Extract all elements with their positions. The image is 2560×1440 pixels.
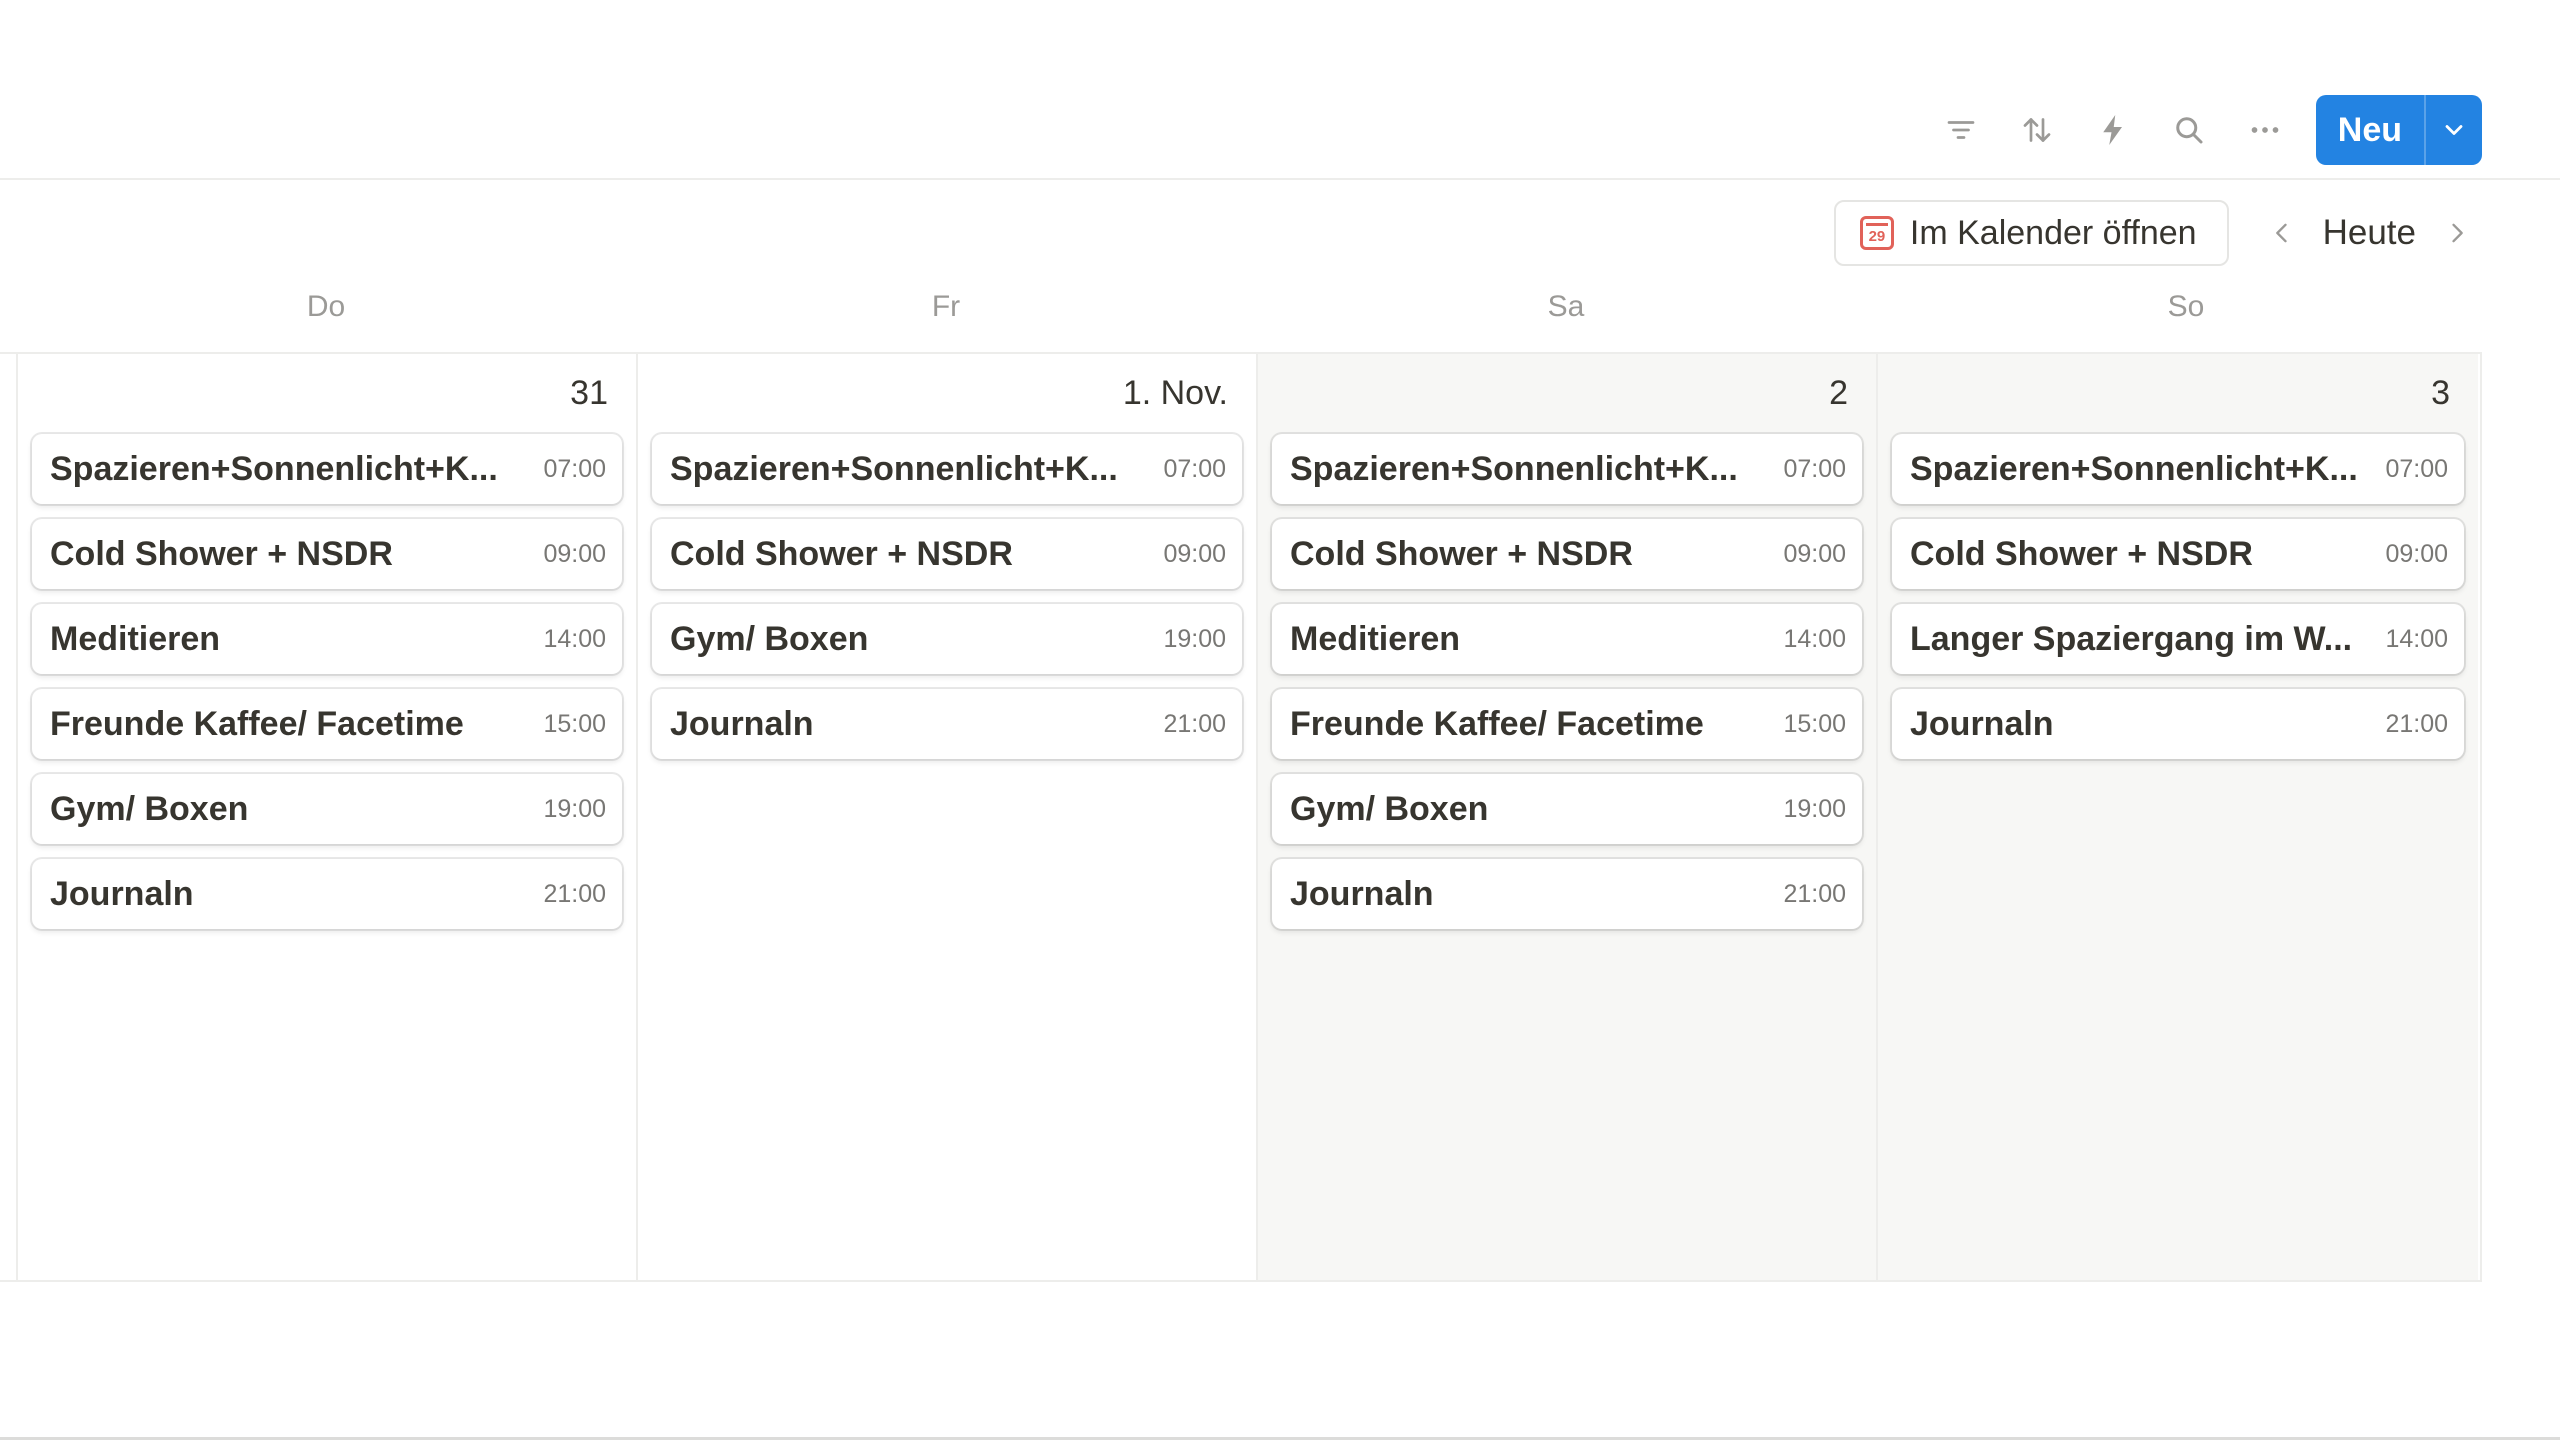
event-card[interactable]: Freunde Kaffee/ Facetime 15:00 <box>1272 689 1862 759</box>
event-time: 19:00 <box>1163 624 1226 653</box>
event-title: Spazieren+Sonnenlicht+K... <box>670 449 1118 488</box>
event-time: 21:00 <box>1783 879 1846 908</box>
event-title: Journaln <box>670 704 814 743</box>
event-title: Journaln <box>1910 704 2054 743</box>
event-title: Freunde Kaffee/ Facetime <box>1290 704 1704 743</box>
event-title: Langer Spaziergang im W... <box>1910 619 2353 658</box>
event-card[interactable]: Freunde Kaffee/ Facetime 15:00 <box>32 689 622 759</box>
event-title: Journaln <box>50 874 194 913</box>
event-card[interactable]: Gym/ Boxen 19:00 <box>652 604 1242 674</box>
next-week-button[interactable] <box>2434 210 2480 256</box>
event-time: 09:00 <box>1163 539 1226 568</box>
search-icon[interactable] <box>2160 101 2218 159</box>
event-time: 21:00 <box>1163 709 1226 738</box>
event-card[interactable]: Gym/ Boxen 19:00 <box>32 774 622 844</box>
today-button[interactable]: Heute <box>2305 213 2434 253</box>
event-title: Gym/ Boxen <box>1290 789 1489 828</box>
calendar-icon: 29 <box>1859 216 1894 250</box>
new-button[interactable]: Neu <box>2316 95 2424 165</box>
event-card[interactable]: Journaln 21:00 <box>32 859 622 929</box>
previous-week-button[interactable] <box>2259 210 2305 256</box>
event-title: Spazieren+Sonnenlicht+K... <box>1290 449 1738 488</box>
event-title: Cold Shower + NSDR <box>50 534 393 573</box>
event-time: 19:00 <box>1783 794 1846 823</box>
event-time: 19:00 <box>543 794 606 823</box>
event-title: Meditieren <box>1290 619 1461 658</box>
event-time: 21:00 <box>543 879 606 908</box>
event-card[interactable]: Cold Shower + NSDR 09:00 <box>652 519 1242 589</box>
event-title: Cold Shower + NSDR <box>1910 534 2253 573</box>
database-toolbar: Neu <box>1914 95 2482 165</box>
event-card[interactable]: Cold Shower + NSDR 09:00 <box>1892 519 2464 589</box>
day-number: 31 <box>570 374 608 412</box>
event-time: 15:00 <box>1783 709 1846 738</box>
event-title: Gym/ Boxen <box>670 619 869 658</box>
toolbar-divider <box>0 178 2560 180</box>
event-card[interactable]: Gym/ Boxen 19:00 <box>1272 774 1862 844</box>
event-title: Meditieren <box>50 619 221 658</box>
event-time: 14:00 <box>543 624 606 653</box>
event-time: 09:00 <box>1783 539 1846 568</box>
event-title: Freunde Kaffee/ Facetime <box>50 704 464 743</box>
day-number: 2 <box>1829 374 1848 412</box>
event-time: 15:00 <box>543 709 606 738</box>
event-card[interactable]: Cold Shower + NSDR 09:00 <box>1272 519 1862 589</box>
event-card[interactable]: Cold Shower + NSDR 09:00 <box>32 519 622 589</box>
event-title: Spazieren+Sonnenlicht+K... <box>50 449 498 488</box>
event-card[interactable]: Spazieren+Sonnenlicht+K... 07:00 <box>1272 434 1862 504</box>
calendar-navigation: 29 Im Kalender öffnen Heute <box>1833 200 2480 266</box>
event-time: 21:00 <box>2385 709 2448 738</box>
new-dropdown-button[interactable] <box>2424 95 2482 165</box>
new-button-group: Neu <box>2315 95 2482 165</box>
automation-bolt-icon[interactable] <box>2084 101 2142 159</box>
event-title: Gym/ Boxen <box>50 789 249 828</box>
event-card[interactable]: Journaln 21:00 <box>1892 689 2464 759</box>
event-card[interactable]: Meditieren 14:00 <box>32 604 622 674</box>
event-title: Journaln <box>1290 874 1434 913</box>
chevron-down-icon <box>2445 125 2463 135</box>
event-time: 09:00 <box>543 539 606 568</box>
event-card[interactable]: Spazieren+Sonnenlicht+K... 07:00 <box>1892 434 2464 504</box>
day-cell-3[interactable]: 3 Spazieren+Sonnenlicht+K... 07:00 Cold S… <box>1876 354 2478 1280</box>
open-in-calendar-label: Im Kalender öffnen <box>1909 213 2197 252</box>
event-card[interactable]: Journaln 21:00 <box>1272 859 1862 929</box>
chevron-left-icon <box>2275 223 2287 243</box>
day-number: 1. Nov. <box>1122 374 1228 412</box>
sort-icon[interactable] <box>2008 101 2066 159</box>
event-card[interactable]: Meditieren 14:00 <box>1272 604 1862 674</box>
more-icon[interactable] <box>2236 101 2294 159</box>
event-time: 07:00 <box>1163 454 1226 483</box>
weekday-header-fr: Fr <box>931 290 961 323</box>
event-time: 09:00 <box>2385 539 2448 568</box>
day-number: 3 <box>2431 374 2450 412</box>
event-title: Cold Shower + NSDR <box>1290 534 1633 573</box>
weekday-header-do: Do <box>306 290 346 323</box>
chevron-right-icon <box>2452 223 2463 243</box>
event-card[interactable]: Spazieren+Sonnenlicht+K... 07:00 <box>32 434 622 504</box>
weekday-header-so: So <box>2167 290 2205 323</box>
event-time: 14:00 <box>1783 624 1846 653</box>
day-cell-1-nov[interactable]: 1. Nov. Spazieren+Sonnenlicht+K... 07:00 … <box>636 354 1256 1280</box>
event-card[interactable]: Langer Spaziergang im W... 14:00 <box>1892 604 2464 674</box>
week-grid: 31 Spazieren+Sonnenlicht+K... 07:00 Cold … <box>0 352 2482 1282</box>
event-card[interactable]: Journaln 21:00 <box>652 689 1242 759</box>
event-time: 07:00 <box>2385 454 2448 483</box>
day-cell-31[interactable]: 31 Spazieren+Sonnenlicht+K... 07:00 Cold … <box>16 354 636 1280</box>
open-in-calendar-button[interactable]: 29 Im Kalender öffnen <box>1833 200 2229 266</box>
event-time: 07:00 <box>543 454 606 483</box>
event-time: 14:00 <box>2385 624 2448 653</box>
event-title: Cold Shower + NSDR <box>670 534 1013 573</box>
filter-icon[interactable] <box>1932 101 1990 159</box>
weekday-header-sa: Sa <box>1547 290 1585 323</box>
day-cell-2[interactable]: 2 Spazieren+Sonnenlicht+K... 07:00 Cold S… <box>1256 354 1876 1280</box>
event-time: 07:00 <box>1783 454 1846 483</box>
event-title: Spazieren+Sonnenlicht+K... <box>1910 449 2358 488</box>
event-card[interactable]: Spazieren+Sonnenlicht+K... 07:00 <box>652 434 1242 504</box>
